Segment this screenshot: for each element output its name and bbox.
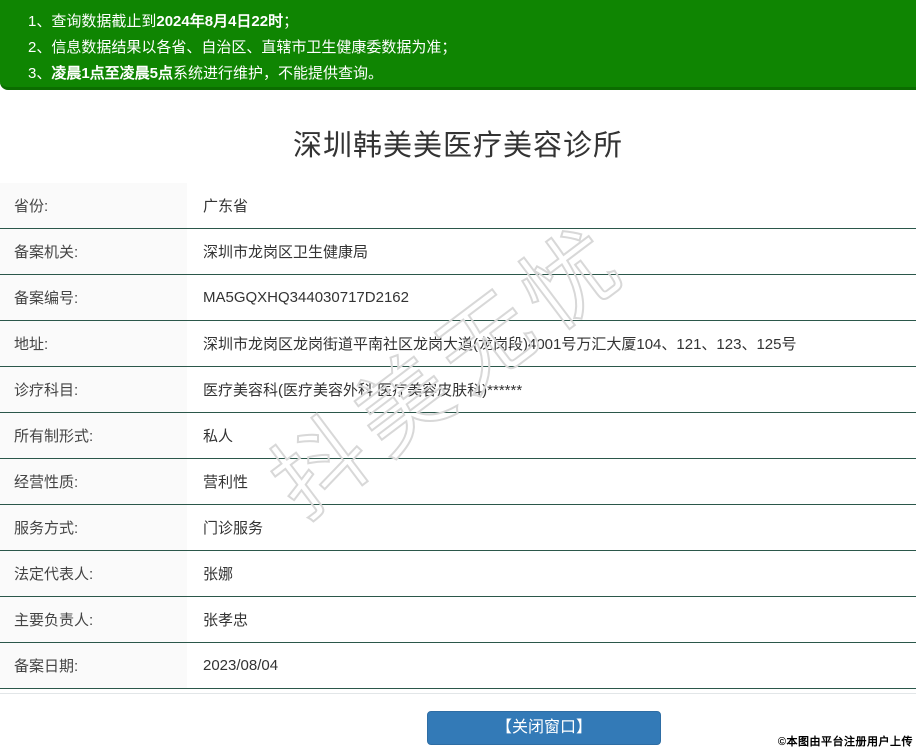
table-bottom-divider (0, 693, 916, 694)
row-label: 备案机关: (0, 229, 187, 274)
table-row-treatment-subjects: 诊疗科目: 医疗美容科(医疗美容外科 医疗美容皮肤科)****** (0, 367, 916, 413)
notice-banner: 1、查询数据截止到2024年8月4日22时； 2、信息数据结果以各省、自治区、直… (0, 0, 916, 90)
table-row-ownership-form: 所有制形式: 私人 (0, 413, 916, 459)
table-row-person-in-charge: 主要负责人: 张孝忠 (0, 597, 916, 643)
notice-line-text: ； (283, 13, 299, 30)
notice-line-number: 1、 (28, 13, 52, 30)
table-row-filing-number: 备案编号: MA5GQXHQ344030717D2162 (0, 275, 916, 321)
close-window-button[interactable]: 【关闭窗口】 (427, 711, 661, 745)
row-value: 营利性 (203, 474, 249, 491)
record-table: 省份: 广东省 备案机关: 深圳市龙岗区卫生健康局 备案编号: MA5GQXHQ… (0, 183, 916, 689)
notice-line-bold: 2024年8月4日22时 (156, 13, 284, 30)
row-label: 经营性质: (0, 459, 187, 504)
upload-stamp: ©本图由平台注册用户上传 (777, 736, 913, 748)
row-label: 诊疗科目: (0, 367, 187, 412)
row-label: 服务方式: (0, 505, 187, 550)
row-value: 张娜 (203, 566, 234, 583)
row-value: 广东省 (203, 198, 249, 215)
notice-line-text: 查询数据截止到 (51, 13, 157, 30)
row-value: 医疗美容科(医疗美容外科 医疗美容皮肤科)****** (203, 382, 523, 399)
row-value: 张孝忠 (203, 612, 249, 629)
notice-line-text: 系统进行维护，不能提供查询。 (173, 65, 384, 82)
notice-line-3: 3、凌晨1点至凌晨5点系统进行维护，不能提供查询。 (28, 61, 896, 87)
table-row-filing-date: 备案日期: 2023/08/04 (0, 643, 916, 689)
table-row-province: 省份: 广东省 (0, 183, 916, 229)
table-row-legal-representative: 法定代表人: 张娜 (0, 551, 916, 597)
page-title: 深圳韩美美医疗美容诊所 (292, 130, 623, 162)
table-row-business-nature: 经营性质: 营利性 (0, 459, 916, 505)
notice-line-2: 2、信息数据结果以各省、自治区、直辖市卫生健康委数据为准； (28, 35, 896, 61)
row-value: 深圳市龙岗区卫生健康局 (203, 244, 369, 261)
notice-line-text: 信息数据结果以各省、自治区、直辖市卫生健康委数据为准； (51, 39, 457, 56)
row-label: 所有制形式: (0, 413, 187, 458)
row-value: 深圳市龙岗区龙岗街道平南社区龙岗大道(龙岗段)4001号万汇大厦104、121、… (203, 336, 797, 353)
notice-line-bold: 凌晨1点至凌晨5点 (51, 65, 174, 82)
notice-line-1: 1、查询数据截止到2024年8月4日22时； (28, 9, 896, 35)
row-value: 门诊服务 (203, 520, 264, 537)
table-row-address: 地址: 深圳市龙岗区龙岗街道平南社区龙岗大道(龙岗段)4001号万汇大厦104、… (0, 321, 916, 367)
row-label: 法定代表人: (0, 551, 187, 596)
row-label: 省份: (0, 183, 187, 228)
row-value: 2023/08/04 (203, 657, 279, 674)
notice-line-number: 3、 (28, 65, 52, 82)
row-value: MA5GQXHQ344030717D2162 (203, 289, 409, 306)
row-label: 主要负责人: (0, 597, 187, 642)
row-label: 备案日期: (0, 643, 187, 688)
row-label: 备案编号: (0, 275, 187, 320)
row-value: 私人 (203, 428, 234, 445)
notice-line-number: 2、 (28, 39, 52, 56)
row-label: 地址: (0, 321, 187, 366)
table-row-filing-authority: 备案机关: 深圳市龙岗区卫生健康局 (0, 229, 916, 275)
table-row-service-mode: 服务方式: 门诊服务 (0, 505, 916, 551)
